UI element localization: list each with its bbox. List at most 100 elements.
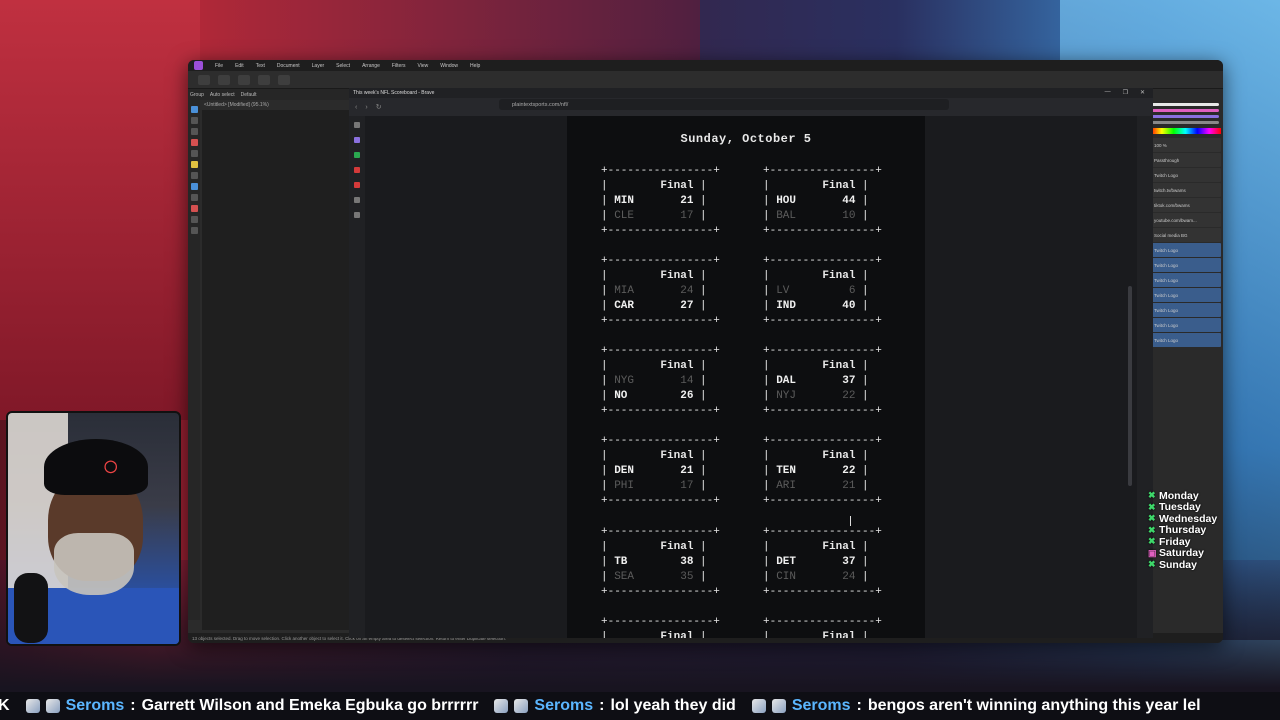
- menu-layer[interactable]: Layer: [312, 63, 325, 69]
- opacity-field[interactable]: 100 %: [1150, 138, 1221, 152]
- layer-item-selected[interactable]: Twitch Logo: [1150, 303, 1221, 317]
- persona-pixel-button[interactable]: [218, 74, 230, 85]
- team-abbr: NYG: [614, 375, 635, 388]
- layer-item[interactable]: youtube.com/bwam...: [1150, 213, 1221, 227]
- chat-ticker: K Seroms: Garrett Wilson and Emeka Egbuka…: [0, 692, 1280, 720]
- game-status: Final: [660, 180, 694, 193]
- color-slider[interactable]: [1152, 103, 1219, 106]
- url-text[interactable]: plaintextsports.com/nfl/: [512, 102, 568, 108]
- chat-emote-icon: [514, 699, 529, 713]
- crop-tool-icon[interactable]: [190, 194, 198, 201]
- persona-export-button[interactable]: [238, 74, 250, 85]
- game-box[interactable]: +----------------+ | Final | | MIN 21 | | C…: [601, 164, 727, 237]
- extension-icon[interactable]: [354, 152, 360, 158]
- game-box[interactable]: +----------------+ | Final | | LV 6 | | IND…: [763, 254, 889, 327]
- back-icon[interactable]: ‹: [355, 104, 357, 111]
- tool-option-button[interactable]: [278, 74, 290, 85]
- transparency-tool-icon[interactable]: [190, 183, 198, 190]
- layer-item-selected[interactable]: Twitch Logo: [1150, 273, 1221, 287]
- layer-item[interactable]: Twitch Logo: [1150, 168, 1221, 182]
- layer-item-selected[interactable]: Twitch Logo: [1150, 243, 1221, 257]
- game-box[interactable]: +----------------+ | Final | | DET 37 | | C…: [763, 525, 889, 598]
- game-border-top: +----------------+: [601, 616, 720, 628]
- layer-item-selected[interactable]: Twitch Logo: [1150, 318, 1221, 332]
- layer-item-selected[interactable]: Twitch Logo: [1150, 258, 1221, 272]
- game-box[interactable]: +----------------+ | Final | | TEN 22 | | A…: [763, 434, 889, 507]
- layer-item[interactable]: Social media BG: [1150, 228, 1221, 242]
- scoreboard-page: Sunday, October 5 +----------------+ | Fi…: [567, 116, 925, 638]
- leo-ai-icon[interactable]: [354, 137, 360, 143]
- menu-help[interactable]: Help: [470, 63, 480, 69]
- more-icon[interactable]: [354, 197, 360, 203]
- menu-text[interactable]: Text: [256, 63, 265, 69]
- brush-tool-icon[interactable]: [190, 161, 198, 168]
- extension-icon[interactable]: [354, 182, 360, 188]
- game-box[interactable]: +----------------+ | Final | | HOU 44 | | B…: [763, 164, 889, 237]
- color-slider[interactable]: [1152, 109, 1219, 112]
- pencil-tool-icon[interactable]: [190, 150, 198, 157]
- document-tab[interactable]: <Untitled> [Modified] (95.1%): [204, 102, 269, 108]
- game-border-top: +----------------+: [601, 526, 720, 538]
- check-x-icon: ✖: [1148, 536, 1156, 547]
- layer-item[interactable]: twitch.tv/bwams: [1150, 183, 1221, 197]
- auto-select-toggle[interactable]: Auto select: [210, 92, 235, 98]
- fill-tool-icon[interactable]: [190, 172, 198, 179]
- menu-window[interactable]: Window: [440, 63, 458, 69]
- shape-tool-icon[interactable]: [190, 205, 198, 212]
- menu-select[interactable]: Select: [336, 63, 350, 69]
- zoom-tool-icon[interactable]: [190, 227, 198, 234]
- add-icon[interactable]: [354, 212, 360, 218]
- menu-file[interactable]: File: [215, 63, 223, 69]
- persona-designer-button[interactable]: [198, 74, 210, 85]
- team-abbr: NO: [614, 390, 628, 403]
- team-score: 21: [842, 480, 856, 493]
- close-icon[interactable]: ✕: [1140, 89, 1145, 96]
- hue-spectrum[interactable]: [1150, 128, 1221, 134]
- layer-item-selected[interactable]: Twitch Logo: [1150, 288, 1221, 302]
- checklist-item: ✖ Monday: [1148, 490, 1226, 502]
- node-tool-icon[interactable]: [190, 117, 198, 124]
- game-border-top: +----------------+: [763, 345, 882, 357]
- game-box[interactable]: +----------------+ | Final | | NYG 14 | | N…: [601, 344, 727, 417]
- browser-tab-title[interactable]: This week's NFL Scoreboard - Brave: [353, 90, 434, 96]
- scrollbar-thumb[interactable]: [1128, 286, 1132, 486]
- layer-item[interactable]: tiktok.com/bwams: [1150, 198, 1221, 212]
- layer-item-selected[interactable]: Twitch Logo: [1150, 333, 1221, 347]
- text-tool-icon[interactable]: [190, 216, 198, 223]
- forward-icon[interactable]: ›: [365, 104, 367, 111]
- color-slider[interactable]: [1152, 121, 1219, 124]
- menu-edit[interactable]: Edit: [235, 63, 244, 69]
- auto-select-mode[interactable]: Default: [241, 92, 257, 98]
- blend-mode-select[interactable]: Passthrough: [1150, 153, 1221, 167]
- game-border-bottom: +----------------+: [601, 586, 720, 599]
- game-box[interactable]: +----------------+ | Final | | DAL 37 | | N…: [763, 344, 889, 417]
- group-toggle[interactable]: Group: [190, 92, 204, 98]
- menu-filters[interactable]: Filters: [392, 63, 406, 69]
- pen-tool-icon[interactable]: [190, 139, 198, 146]
- game-box[interactable]: +----------------+ | Final | | MIA 24 | | C…: [601, 254, 727, 327]
- tool-option-button[interactable]: [258, 74, 270, 85]
- menu-view[interactable]: View: [418, 63, 429, 69]
- game-box[interactable]: +----------------+ | Final | | DEN 21 | | P…: [601, 434, 727, 507]
- team-abbr: CAR: [614, 300, 635, 313]
- menu-document[interactable]: Document: [277, 63, 300, 69]
- corner-tool-icon[interactable]: [190, 128, 198, 135]
- move-tool-icon[interactable]: [190, 106, 198, 113]
- reload-icon[interactable]: ↻: [376, 103, 382, 111]
- game-border-top: +----------------+: [601, 255, 720, 267]
- checklist-item: ✖ Thursday: [1148, 524, 1226, 536]
- color-slider[interactable]: [1152, 115, 1219, 118]
- game-box[interactable]: +----------------+| Final |+------------…: [601, 615, 727, 638]
- scrollbar[interactable]: [1127, 116, 1133, 616]
- menu-arrange[interactable]: Arrange: [362, 63, 380, 69]
- minimize-icon[interactable]: —: [1105, 89, 1111, 96]
- game-box[interactable]: +----------------+| Final |+------------…: [763, 615, 889, 638]
- game-border-bottom: +----------------+: [601, 315, 720, 328]
- sidebar-toggle-icon[interactable]: [354, 122, 360, 128]
- maximize-icon[interactable]: ❐: [1123, 89, 1128, 96]
- canvas-area[interactable]: [202, 110, 349, 630]
- team-abbr: PHI: [614, 480, 635, 493]
- game-box[interactable]: +----------------+ | Final | | TB 38 | | SE…: [601, 525, 727, 598]
- extension-icon[interactable]: [354, 167, 360, 173]
- affinity-logo-icon[interactable]: [194, 61, 203, 70]
